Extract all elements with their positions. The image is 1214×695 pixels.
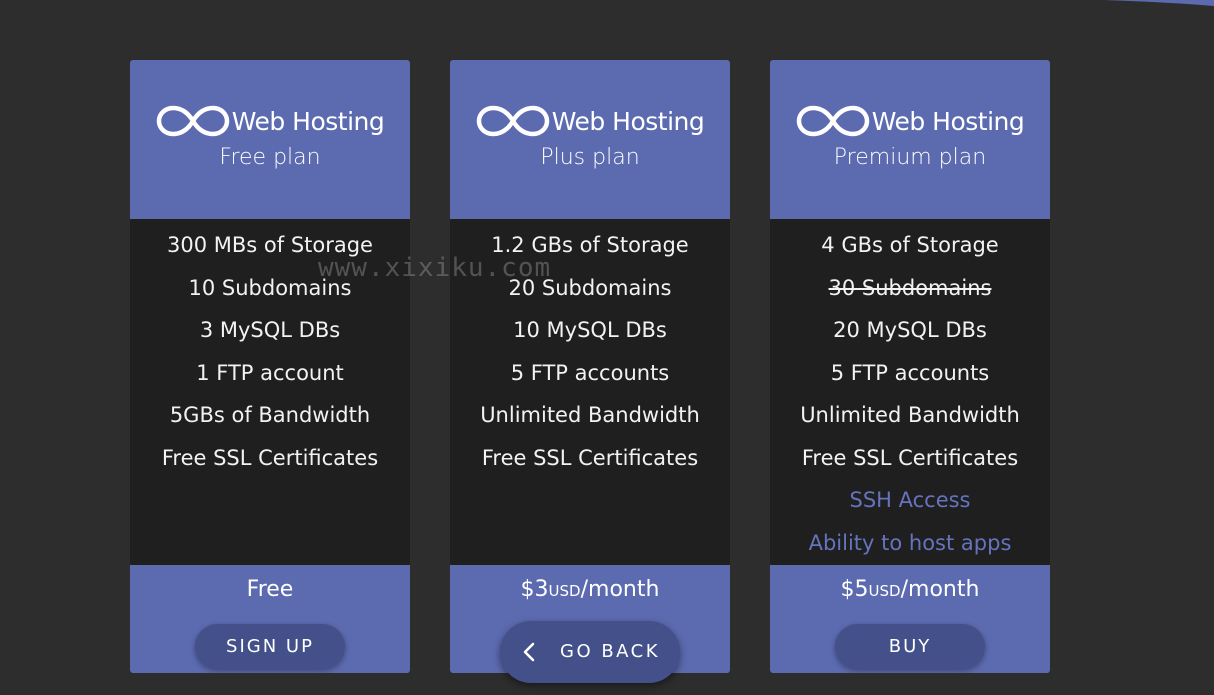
infinity-icon xyxy=(476,105,549,137)
plan-header: Web Hosting Premium plan xyxy=(770,60,1050,219)
price-amount: $3 xyxy=(520,577,549,602)
plan-price: $3USD/month xyxy=(450,577,730,602)
plan-card-plus: Web Hosting Plus plan 1.2 GBs of Storage… xyxy=(450,60,730,673)
brand-logo: Web Hosting xyxy=(450,105,730,137)
feature-item: 4 GBs of Storage xyxy=(821,233,999,257)
brand-logo: Web Hosting xyxy=(770,105,1050,137)
brand-name: Web Hosting xyxy=(871,106,1025,136)
feature-item: 5 FTP accounts xyxy=(510,360,670,385)
price-currency: USD xyxy=(868,582,901,600)
plan-card-premium: Web Hosting Premium plan 4 GBs of Storag… xyxy=(770,60,1050,673)
feature-item-struck: 30 Subdomains xyxy=(828,275,992,300)
buy-button[interactable]: BUY xyxy=(835,624,985,669)
feature-item: Free SSL Certificates xyxy=(801,445,1019,470)
plan-card-free: Web Hosting Free plan 300 MBs of Storage… xyxy=(130,60,410,673)
feature-item: Unlimited Bandwidth xyxy=(800,403,1020,427)
go-back-label: GO BACK xyxy=(560,641,661,662)
go-back-button[interactable]: GO BACK xyxy=(500,621,680,683)
infinity-icon xyxy=(796,105,869,137)
brand-name: Web Hosting xyxy=(551,106,705,136)
price-period: /month xyxy=(900,577,980,602)
plan-footer: $5USD/month BUY xyxy=(770,565,1050,673)
feature-item: 20 MySQL DBs xyxy=(833,318,987,342)
feature-list: 4 GBs of Storage 30 Subdomains 20 MySQL … xyxy=(770,227,1050,567)
brand-logo: Web Hosting xyxy=(130,105,410,137)
infinity-icon xyxy=(156,105,229,137)
price-amount: $5 xyxy=(840,577,869,602)
price-currency: USD xyxy=(548,582,581,600)
feature-item: Free SSL Certificates xyxy=(161,445,379,470)
plan-price: $5USD/month xyxy=(770,577,1050,602)
feature-item: Free SSL Certificates xyxy=(481,445,699,470)
plan-footer: Free SIGN UP xyxy=(130,565,410,673)
plan-name: Free plan xyxy=(219,145,321,170)
feature-item-extra: Ability to host apps xyxy=(808,530,1012,555)
plan-header: Web Hosting Free plan xyxy=(130,60,410,219)
plan-price: Free xyxy=(130,577,410,602)
corner-decoration xyxy=(1044,0,1214,6)
price-amount: Free xyxy=(246,577,294,602)
chevron-left-icon xyxy=(523,642,535,662)
plan-name: Plus plan xyxy=(540,145,640,170)
feature-item: 5 FTP accounts xyxy=(830,360,990,385)
plan-name: Premium plan xyxy=(833,145,987,170)
sign-up-button[interactable]: SIGN UP xyxy=(195,624,345,669)
plan-header: Web Hosting Plus plan xyxy=(450,60,730,219)
brand-name: Web Hosting xyxy=(231,106,385,136)
price-period: /month xyxy=(580,577,660,602)
feature-item: 10 MySQL DBs xyxy=(513,318,667,342)
feature-item: 1 FTP account xyxy=(196,360,344,385)
feature-item: 5GBs of Bandwidth xyxy=(169,403,371,427)
feature-item: Unlimited Bandwidth xyxy=(480,403,700,427)
feature-item-extra: SSH Access xyxy=(849,488,971,512)
feature-item: 3 MySQL DBs xyxy=(199,318,341,342)
watermark: www.xixiku.com xyxy=(318,253,552,283)
